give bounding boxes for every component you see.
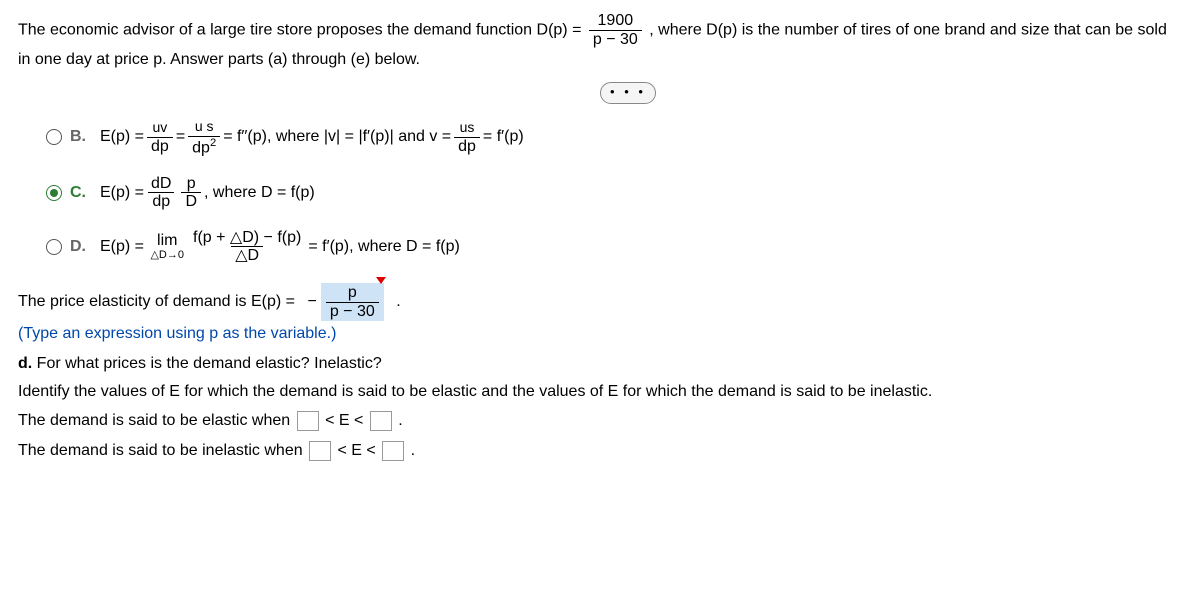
part-d-text: For what prices is the demand elastic? I… [37,355,382,372]
option-d-math: E(p) = lim △D→0 f(p + △D) − f(p) △D = f′… [100,229,460,265]
option-b-row: B. E(p) = uv dp = u s dp2 = f′′(p), wher… [46,118,1182,157]
option-b-radio[interactable] [46,129,62,145]
elasticity-answer-line: The price elasticity of demand is E(p) =… [18,283,1182,321]
answer-lead: The price elasticity of demand is E(p) = [18,293,295,311]
option-c-radio[interactable] [46,185,62,201]
part-d-label: d. [18,355,32,372]
answer-period: . [396,293,400,311]
answer-minus: − [307,293,316,311]
elastic-pre: The demand is said to be elastic when [18,413,290,430]
answer-hint: (Type an expression using p as the varia… [18,325,1182,343]
option-d-label: D. [70,238,92,256]
inelastic-lower-input[interactable] [309,441,331,461]
elastic-lt: < E < [325,413,363,430]
cursor-caret-icon [376,277,386,284]
inelastic-pre: The demand is said to be inelastic when [18,443,303,460]
option-c-label: C. [70,184,92,202]
option-d-radio[interactable] [46,239,62,255]
option-d-row: D. E(p) = lim △D→0 f(p + △D) − f(p) △D =… [46,229,1182,265]
option-c-math: E(p) = dD dp p D , where D = f(p) [100,175,315,211]
option-b-label: B. [70,128,92,146]
expand-dots-button[interactable]: • • • [600,82,656,104]
part-d-instruction: Identify the values of E for which the d… [18,383,1182,401]
answer-highlight[interactable]: p p − 30 [321,283,384,321]
stem-text-1: The economic advisor of a large tire sto… [18,21,581,38]
dots-icon: • • • [610,84,646,99]
question-stem: The economic advisor of a large tire sto… [18,12,1182,72]
answer-frac: p p − 30 [326,284,379,320]
inelastic-lt: < E < [338,443,376,460]
part-d-question: d. For what prices is the demand elastic… [18,355,1182,373]
inelastic-period: . [411,443,415,460]
option-c-row: C. E(p) = dD dp p D , where D = f(p) [46,175,1182,211]
elastic-fill-line: The demand is said to be elastic when < … [18,411,1182,431]
stem-fraction: 1900 p − 30 [589,12,642,48]
stem-frac-num: 1900 [594,12,638,30]
stem-frac-den: p − 30 [589,30,642,49]
elastic-period: . [398,413,402,430]
elastic-lower-input[interactable] [297,411,319,431]
inelastic-fill-line: The demand is said to be inelastic when … [18,441,1182,461]
option-b-math: E(p) = uv dp = u s dp2 = f′′(p), where |… [100,118,524,157]
elastic-upper-input[interactable] [370,411,392,431]
inelastic-upper-input[interactable] [382,441,404,461]
options-group: B. E(p) = uv dp = u s dp2 = f′′(p), wher… [46,118,1182,265]
